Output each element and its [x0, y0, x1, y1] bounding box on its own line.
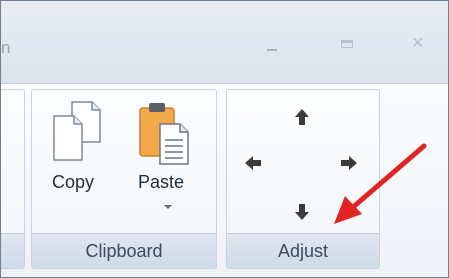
paste-button[interactable]: Paste — [130, 94, 202, 224]
window-title: n — [1, 38, 11, 57]
arrow-down-icon — [295, 204, 309, 220]
close-icon: ✕ — [411, 35, 425, 52]
arrow-left-icon — [245, 156, 261, 170]
move-left-button[interactable] — [242, 152, 264, 174]
close-button[interactable]: ✕ — [405, 33, 431, 55]
ribbon-group-partial — [1, 89, 25, 269]
copy-icon — [53, 101, 101, 161]
copy-button-label: Copy — [52, 172, 95, 192]
move-right-button[interactable] — [338, 152, 360, 174]
chevron-down-icon[interactable] — [163, 204, 173, 210]
minimize-button[interactable] — [259, 33, 285, 55]
copy-button[interactable]: Copy — [46, 94, 116, 214]
move-up-button[interactable] — [291, 106, 313, 128]
ribbon: Copy Paste Clipboard Adjust — [1, 83, 448, 277]
title-bar: n ✕ — [1, 1, 448, 83]
maximize-button[interactable] — [335, 33, 361, 55]
adjust-group-label: Adjust — [227, 233, 379, 268]
ribbon-group-adjust: Adjust — [226, 89, 380, 269]
paste-icon — [139, 103, 189, 165]
ribbon-group-clipboard: Copy Paste Clipboard — [31, 89, 217, 269]
application-window: n ✕ Copy Paste Clipboard Adjust — [0, 0, 449, 278]
arrow-right-icon — [341, 156, 357, 170]
clipboard-group-label: Clipboard — [32, 233, 216, 268]
ribbon-group-partial-footer — [1, 233, 24, 268]
move-down-button[interactable] — [291, 201, 313, 223]
arrow-up-icon — [295, 109, 309, 125]
paste-button-label: Paste — [138, 172, 185, 192]
